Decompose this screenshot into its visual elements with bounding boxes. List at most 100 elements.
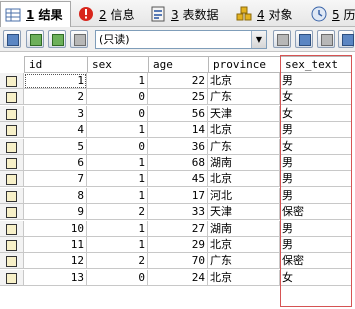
- cell-sex-text[interactable]: 女: [280, 269, 352, 286]
- cell-id[interactable]: 4: [24, 122, 87, 139]
- column-header-id[interactable]: id: [24, 56, 88, 73]
- row-selector[interactable]: [0, 237, 24, 253]
- table-row[interactable]: 9 2 33 天津 保密: [0, 204, 355, 221]
- cell-province[interactable]: 北京: [208, 237, 280, 253]
- cell-id[interactable]: 11: [24, 237, 87, 253]
- cell-id[interactable]: 1: [24, 73, 87, 89]
- cell-sex[interactable]: 1: [87, 187, 148, 204]
- row-checkbox[interactable]: [6, 174, 17, 186]
- table-row[interactable]: 13 0 24 北京女: [0, 269, 355, 286]
- cell-province[interactable]: 河北: [208, 187, 280, 204]
- cell-sex[interactable]: 1: [87, 220, 148, 237]
- row-checkbox[interactable]: [6, 158, 17, 169]
- cell-age[interactable]: 17: [148, 187, 208, 204]
- table-row[interactable]: 6 1 68 湖南男: [0, 155, 355, 171]
- cell-age[interactable]: 14: [148, 122, 208, 139]
- row-selector[interactable]: [0, 155, 24, 171]
- row-checkbox[interactable]: [6, 207, 17, 219]
- row-checkbox[interactable]: [6, 223, 17, 235]
- row-checkbox[interactable]: [6, 272, 17, 284]
- cell-sex[interactable]: 1: [87, 122, 148, 139]
- cell-age[interactable]: 33: [148, 204, 208, 221]
- row-checkbox[interactable]: [6, 256, 17, 268]
- cell-province[interactable]: 广东: [208, 138, 280, 155]
- table-row[interactable]: 10 1 27 湖南男: [0, 220, 355, 237]
- cell-sex-text[interactable]: 男: [280, 73, 352, 89]
- cell-id[interactable]: 2: [24, 89, 87, 106]
- row-checkbox[interactable]: [6, 240, 17, 251]
- cell-id[interactable]: 8: [24, 187, 87, 204]
- table-row[interactable]: 3 0 56 天津女: [0, 105, 355, 122]
- row-selector[interactable]: [0, 187, 24, 204]
- cell-sex[interactable]: 2: [87, 204, 148, 221]
- cell-id[interactable]: 10: [24, 220, 87, 237]
- cell-id[interactable]: 12: [24, 253, 87, 270]
- toggle-grid-view-button[interactable]: [3, 30, 21, 48]
- cell-sex-text[interactable]: 保密: [280, 204, 352, 221]
- cell-sex-text[interactable]: 男: [280, 220, 352, 237]
- cell-age[interactable]: 27: [148, 220, 208, 237]
- cell-sex[interactable]: 2: [87, 253, 148, 270]
- cell-province[interactable]: 天津: [208, 105, 280, 122]
- table-row[interactable]: 4 1 14 北京男: [0, 122, 355, 139]
- table-row[interactable]: 12 2 70 广东 保密: [0, 253, 355, 270]
- copy-button[interactable]: [70, 30, 88, 48]
- tab-history[interactable]: 5 历: [307, 2, 355, 26]
- cell-id[interactable]: 9: [24, 204, 87, 221]
- row-checkbox[interactable]: [6, 141, 17, 153]
- tab-info[interactable]: 2 信息: [74, 2, 140, 26]
- row-selector[interactable]: [0, 138, 24, 155]
- column-header-province[interactable]: province: [208, 56, 281, 73]
- table-row[interactable]: 1 1 22 北京男: [0, 73, 355, 89]
- cell-sex-text[interactable]: 男: [280, 237, 352, 253]
- cell-id[interactable]: 7: [24, 171, 87, 188]
- row-checkbox[interactable]: [6, 190, 17, 202]
- cell-province[interactable]: 广东: [208, 89, 280, 106]
- cell-age[interactable]: 24: [148, 269, 208, 286]
- cell-sex[interactable]: 1: [87, 171, 148, 188]
- row-checkbox[interactable]: [6, 125, 17, 137]
- mode-select[interactable]: (只读) ▼: [95, 30, 267, 49]
- cell-age[interactable]: 56: [148, 105, 208, 122]
- cell-province[interactable]: 广东: [208, 253, 280, 270]
- column-header-age[interactable]: age: [148, 56, 209, 73]
- column-header-sex[interactable]: sex: [87, 56, 149, 73]
- chevron-down-icon[interactable]: ▼: [251, 31, 266, 48]
- cell-age[interactable]: 25: [148, 89, 208, 106]
- row-selector[interactable]: [0, 204, 24, 221]
- row-checkbox[interactable]: [6, 92, 17, 104]
- row-selector[interactable]: [0, 253, 24, 270]
- cell-age[interactable]: 45: [148, 171, 208, 188]
- export-button[interactable]: [26, 30, 44, 48]
- row-selector[interactable]: [0, 269, 24, 286]
- cell-province[interactable]: 天津: [208, 204, 280, 221]
- cell-sex-text[interactable]: 男: [280, 122, 352, 139]
- cell-sex-text[interactable]: 男: [280, 171, 352, 188]
- table-row[interactable]: 11 1 29 北京男: [0, 237, 355, 253]
- cell-age[interactable]: 36: [148, 138, 208, 155]
- cell-province[interactable]: 湖南: [208, 220, 280, 237]
- row-selector[interactable]: [0, 73, 24, 89]
- cell-sex-text[interactable]: 女: [280, 105, 352, 122]
- cell-province[interactable]: 北京: [208, 73, 280, 89]
- row-selector[interactable]: [0, 89, 24, 106]
- cell-sex[interactable]: 0: [87, 269, 148, 286]
- cell-sex[interactable]: 1: [87, 73, 148, 89]
- cell-sex[interactable]: 1: [87, 237, 148, 253]
- cell-id[interactable]: 3: [24, 105, 87, 122]
- cell-sex[interactable]: 1: [87, 155, 148, 171]
- tab-table-data[interactable]: 3 表数据: [146, 2, 228, 26]
- row-selector[interactable]: [0, 171, 24, 188]
- cell-sex[interactable]: 0: [87, 138, 148, 155]
- cell-sex[interactable]: 0: [87, 89, 148, 106]
- cell-age[interactable]: 22: [148, 73, 208, 89]
- save-button[interactable]: [295, 30, 313, 48]
- cell-sex-text[interactable]: 女: [280, 89, 352, 106]
- insert-row-button[interactable]: [273, 30, 291, 48]
- cell-id[interactable]: 5: [24, 138, 87, 155]
- import-button[interactable]: [48, 30, 66, 48]
- cell-sex-text[interactable]: 保密: [280, 253, 352, 270]
- row-checkbox[interactable]: [6, 108, 17, 120]
- cell-age[interactable]: 29: [148, 237, 208, 253]
- refresh-button[interactable]: [338, 30, 354, 48]
